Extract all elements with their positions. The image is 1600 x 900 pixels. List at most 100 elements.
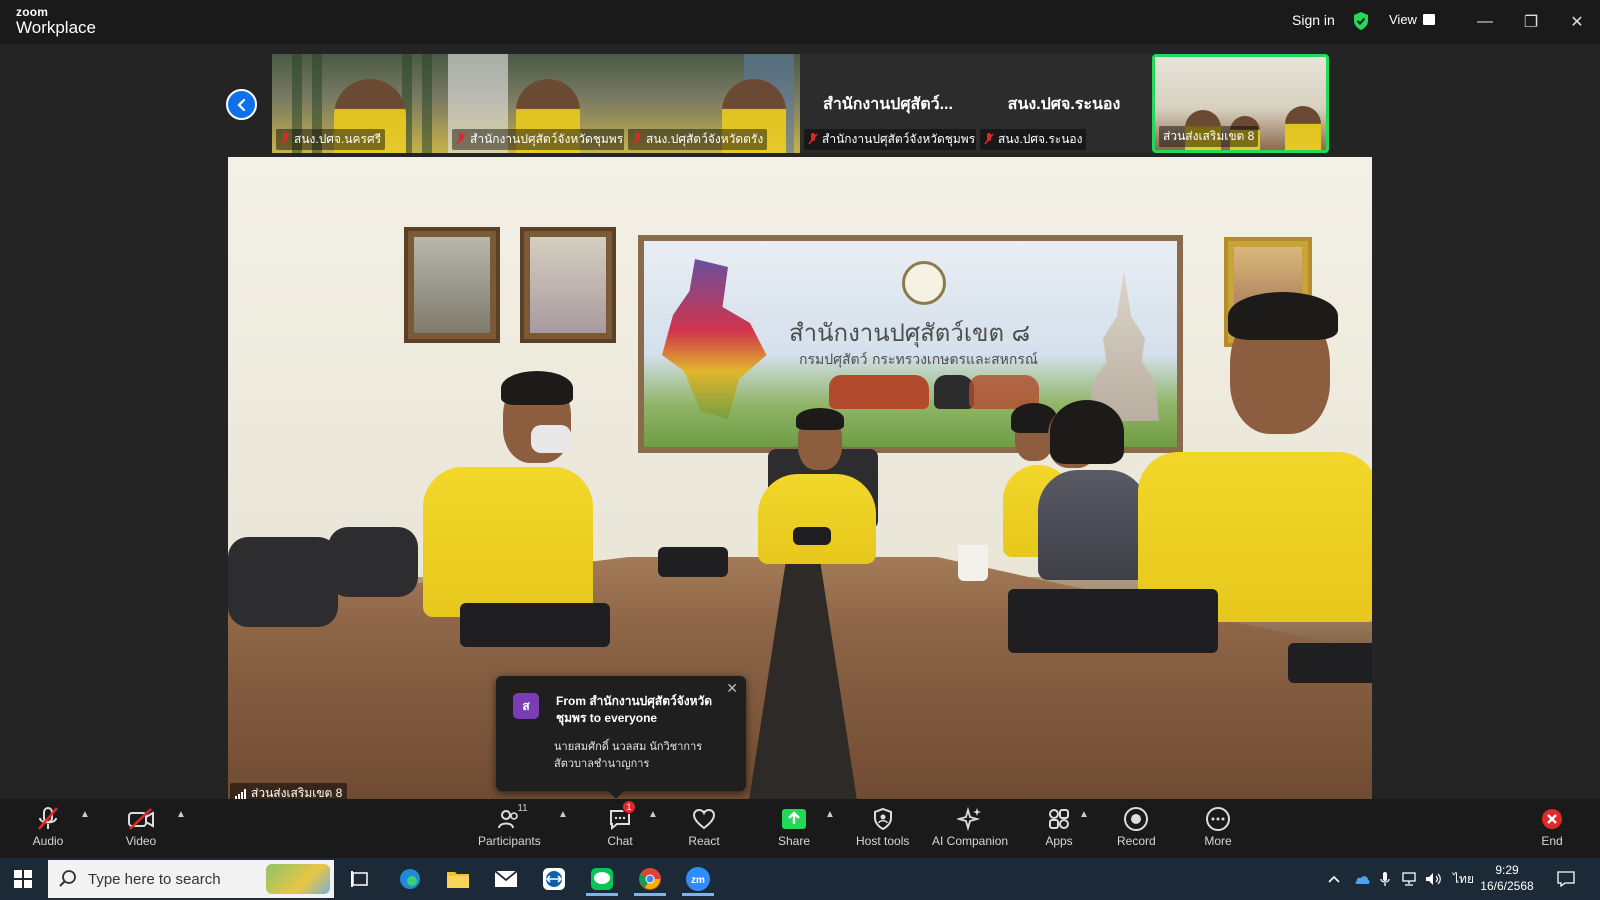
share-options-icon[interactable]: ▲	[825, 809, 835, 820]
banner-title: สำนักงานปศุสัตว์เขต ๘	[789, 319, 1031, 347]
participant-name: สนง.ปศจ.ระนอง	[998, 132, 1083, 146]
apps-icon	[1049, 809, 1069, 829]
view-label: View	[1389, 12, 1417, 27]
apps-button[interactable]: Apps	[1043, 805, 1075, 848]
participant-label: สำนักงานปศุสัตว์จังหวัดชุมพร	[804, 129, 976, 150]
close-icon[interactable]: ✕	[1563, 8, 1591, 36]
more-label: More	[1204, 834, 1232, 848]
share-screen-icon	[782, 809, 807, 829]
network-icon[interactable]	[1400, 858, 1418, 900]
sender-avatar: ส	[513, 693, 539, 719]
search-placeholder: Type here to search	[88, 870, 221, 888]
title-bar: zoom Workplace Sign in View — ❐ ✕	[0, 0, 1600, 44]
zoom-app-icon[interactable]: zm	[678, 862, 718, 896]
mic-muted-icon	[632, 133, 642, 145]
participant-label: สำนักงานปศุสัตว์จังหวัดชุมพร	[452, 129, 624, 150]
search-icon	[59, 870, 76, 887]
ai-companion-label: AI Companion	[932, 834, 1009, 848]
record-label: Record	[1117, 834, 1156, 848]
participants-button[interactable]: 11 Participants	[478, 803, 541, 848]
record-icon	[1124, 807, 1149, 831]
previous-page-button[interactable]	[226, 89, 257, 120]
audio-options-icon[interactable]: ▲	[80, 809, 90, 820]
sign-in-button[interactable]: Sign in	[1292, 12, 1335, 28]
mic-muted-icon	[38, 807, 58, 830]
logo-zoom-text: zoom	[16, 5, 49, 19]
chat-button[interactable]: 1 Chat	[604, 800, 636, 848]
video-off-icon	[128, 808, 154, 830]
end-label: End	[1541, 834, 1563, 848]
chat-sender: From สำนักงานปศุสัตว์จังหวัดชุมพร to eve…	[556, 694, 713, 725]
search-highlight-image	[266, 864, 330, 894]
participants-options-icon[interactable]: ▲	[558, 809, 568, 820]
ai-companion-button[interactable]: AI Companion	[932, 805, 1008, 848]
teamviewer-icon[interactable]	[534, 862, 574, 896]
chrome-icon[interactable]	[630, 862, 670, 896]
encryption-shield-icon[interactable]	[1352, 11, 1370, 31]
apps-options-icon[interactable]: ▲	[1079, 809, 1089, 820]
audio-button[interactable]: Audio	[32, 805, 64, 848]
audio-label: Audio	[32, 834, 64, 848]
share-button[interactable]: Share	[778, 805, 810, 848]
main-video[interactable]: สำนักงานปศุสัตว์เขต ๘ กรมปศุสัตว์ กระทรว…	[228, 157, 1372, 801]
volume-icon[interactable]	[1425, 858, 1443, 900]
input-language[interactable]: ไทย	[1453, 858, 1474, 900]
video-button[interactable]: Video	[125, 805, 157, 848]
participant-display-name: สำนักงานปศุสัตว์...	[823, 96, 953, 113]
participant-tile[interactable]: สำนักงานปศุสัตว์จังหวัดชุมพร	[448, 54, 624, 153]
edge-browser-icon[interactable]	[390, 862, 430, 896]
restore-icon[interactable]: ❐	[1517, 8, 1545, 36]
onedrive-icon[interactable]	[1353, 858, 1371, 900]
taskbar-clock[interactable]: 9:29 16/6/2568	[1472, 862, 1542, 894]
zoom-logo: zoom Workplace	[16, 6, 96, 36]
video-options-icon[interactable]: ▲	[176, 809, 186, 820]
logo-workplace-text: Workplace	[16, 18, 96, 37]
clock-time: 9:29	[1495, 863, 1519, 877]
minimize-icon[interactable]: —	[1471, 8, 1499, 36]
participant-name: สนง.ปศจ.นครศรี	[294, 132, 382, 146]
chat-options-icon[interactable]: ▲	[648, 809, 658, 820]
signal-strength-icon	[235, 788, 246, 799]
participant-name: ส่วนส่งเสริมเขต 8	[1163, 129, 1255, 143]
participant-name: สำนักงานปศุสัตว์จังหวัดชุมพร	[822, 132, 976, 146]
notifications-icon[interactable]	[1557, 858, 1575, 900]
mic-muted-icon	[984, 133, 994, 145]
mic-muted-icon	[808, 133, 818, 145]
mic-muted-icon	[456, 133, 466, 145]
mic-muted-icon	[280, 133, 290, 145]
clock-date: 16/6/2568	[1480, 879, 1534, 893]
participant-tile-active[interactable]: ส่วนส่งเสริมเขต 8	[1152, 54, 1329, 153]
file-explorer-icon[interactable]	[438, 862, 478, 896]
show-hidden-icons[interactable]	[1328, 858, 1340, 900]
sparkle-icon	[957, 806, 982, 832]
participant-tile[interactable]: สนง.ปศจ.นครศรี	[272, 54, 448, 153]
mail-icon[interactable]	[486, 862, 526, 896]
participant-tile[interactable]: สนง.ปศุสัตว์จังหวัดตรัง	[624, 54, 800, 153]
record-button[interactable]: Record	[1117, 805, 1156, 848]
host-tools-button[interactable]: Host tools	[856, 805, 909, 848]
close-icon[interactable]: ✕	[726, 680, 738, 697]
more-icon	[1206, 807, 1230, 831]
host-shield-icon	[873, 807, 892, 831]
apps-label: Apps	[1045, 834, 1073, 848]
banner-subtitle: กรมปศุสัตว์ กระทรวงเกษตรและสหกรณ์	[799, 352, 1038, 368]
windows-start-icon[interactable]	[14, 870, 32, 888]
taskbar-search-input[interactable]: Type here to search	[48, 860, 334, 898]
chat-label: Chat	[607, 834, 633, 848]
portrait-frame	[404, 227, 500, 343]
line-app-icon[interactable]	[582, 862, 622, 896]
view-button[interactable]: View	[1389, 12, 1435, 27]
svg-text:zm: zm	[691, 875, 705, 886]
microphone-tray-icon[interactable]	[1380, 858, 1390, 900]
participants-label: Participants	[478, 834, 541, 848]
participant-label: ส่วนส่งเสริมเขต 8	[1159, 126, 1259, 147]
more-button[interactable]: More	[1202, 805, 1234, 848]
participant-tile[interactable]: สำนักงานปศุสัตว์... สำนักงานปศุสัตว์จังห…	[800, 54, 976, 153]
participant-tile[interactable]: สนง.ปศจ.ระนอง สนง.ปศจ.ระนอง	[976, 54, 1152, 153]
participant-label: สนง.ปศุสัตว์จังหวัดตรัง	[628, 129, 768, 150]
chat-notification[interactable]: ส From สำนักงานปศุสัตว์จังหวัดชุมพร to e…	[496, 676, 746, 799]
task-view-icon[interactable]	[340, 862, 380, 896]
chat-unread-badge: 1	[622, 800, 636, 814]
react-button[interactable]: React	[688, 805, 720, 848]
end-meeting-button[interactable]: End	[1536, 805, 1568, 848]
